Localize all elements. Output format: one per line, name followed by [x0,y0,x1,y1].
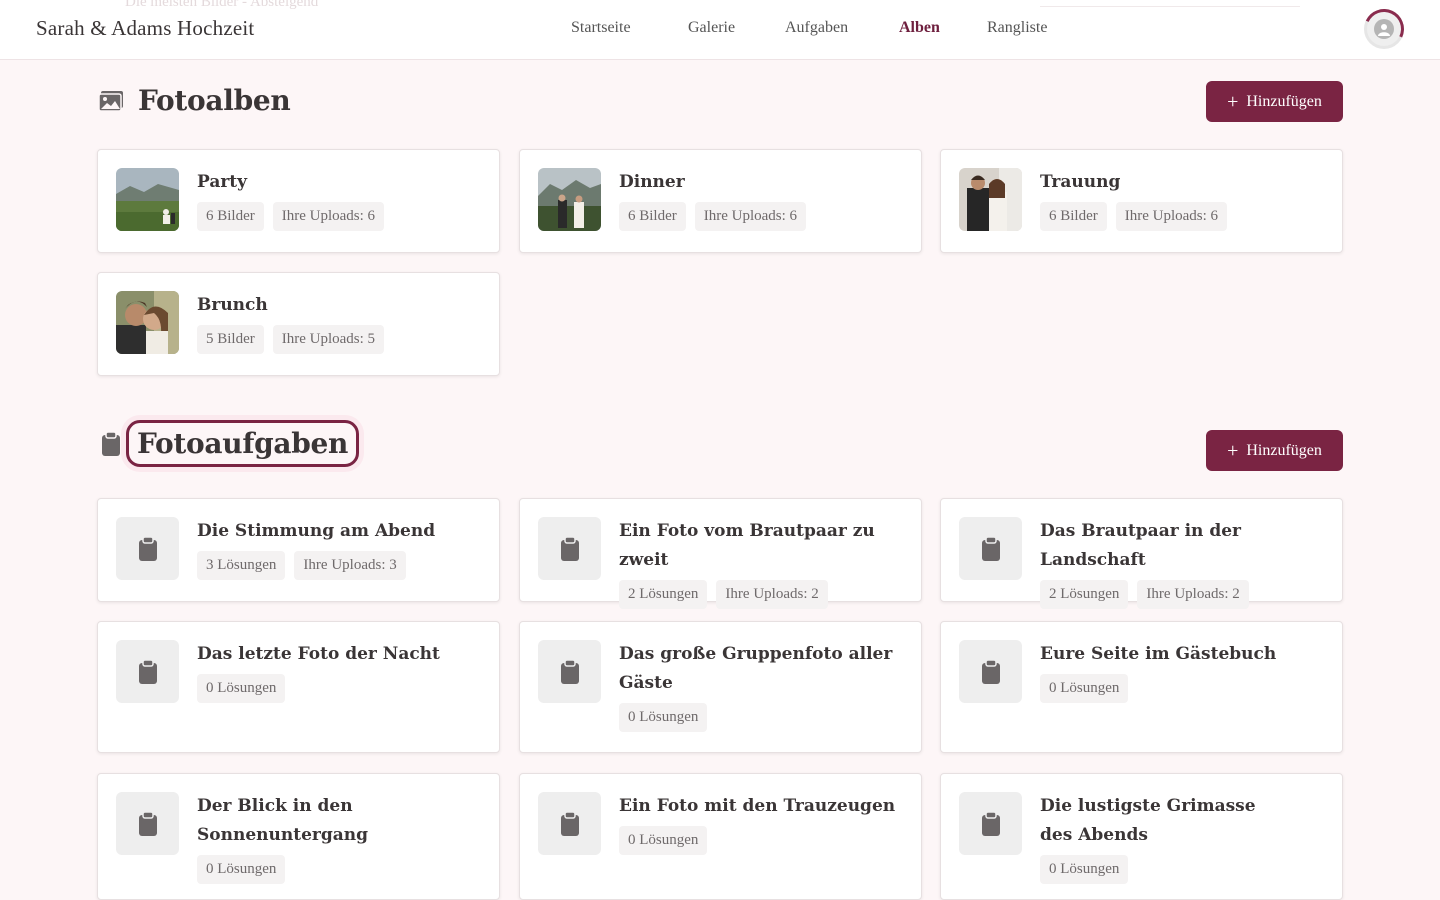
add-album-button[interactable]: + Hinzufügen [1206,81,1343,122]
add-task-label: Hinzufügen [1246,441,1322,459]
album-name: Party [197,172,248,192]
image-icon [98,88,124,114]
clipboard-icon [560,535,579,561]
clipboard-icon [138,810,157,836]
albums-title: Fotoalben [138,84,291,117]
ghost-divider [1040,6,1300,7]
task-name: Die lustigste Grimasse des Abends [1040,796,1256,845]
task-solutions: 0 Lösungen [1040,855,1129,884]
sort-label-ghost: Die meisten Bilder - Absteigend [125,0,319,10]
task-placeholder [116,792,179,855]
task-card[interactable]: Das Brautpaar in der Landschaft 2 Lösung… [940,498,1343,609]
album-card-trauung[interactable]: Trauung 6 Bilder Ihre Uploads: 6 [940,149,1343,253]
task-card[interactable]: Ein Foto mit den Trauzeugen 0 Lösungen [519,773,922,900]
task-name: Der Blick in den Sonnenuntergang [197,796,369,845]
album-thumbnail-party [116,168,179,231]
task-placeholder [959,792,1022,855]
task-solutions: 0 Lösungen [619,703,708,732]
task-card[interactable]: Die Stimmung am Abend 3 Lösungen Ihre Up… [97,498,500,602]
clipboard-icon [138,535,157,561]
task-name: Das Brautpaar in der Landschaft [1040,521,1241,570]
album-content: Party 6 Bilder Ihre Uploads: 6 [197,168,485,231]
plus-icon: + [1227,90,1239,113]
task-user-uploads: Ihre Uploads: 2 [716,580,828,609]
tasks-heading: Fotoaufgaben [98,420,360,467]
task-name: Das große Gruppenfoto aller Gäste [619,644,893,693]
add-task-button[interactable]: + Hinzufügen [1206,430,1343,471]
task-placeholder [959,517,1022,580]
task-placeholder [116,517,179,580]
album-content: Brunch 5 Bilder Ihre Uploads: 5 [197,291,485,354]
task-name: Die Stimmung am Abend [197,521,436,541]
task-solutions: 0 Lösungen [1040,674,1129,703]
nav-item-alben[interactable]: Alben [899,19,940,37]
album-thumbnail-brunch [116,291,179,354]
nav-item-aufgaben[interactable]: Aufgaben [785,19,848,37]
task-solutions: 2 Lösungen [619,580,708,609]
album-image-count: 6 Bilder [1040,202,1107,231]
task-name: Das letzte Foto der Nacht [197,644,440,664]
album-user-uploads: Ihre Uploads: 6 [1115,202,1228,231]
album-user-uploads: Ihre Uploads: 6 [272,202,385,231]
user-icon [1374,19,1394,39]
nav-item-galerie[interactable]: Galerie [688,19,735,37]
task-solutions: 3 Lösungen [197,551,286,580]
album-name: Trauung [1040,172,1121,192]
task-solutions: 0 Lösungen [197,855,286,884]
album-name: Brunch [197,295,268,315]
album-image-count: 6 Bilder [619,202,686,231]
task-placeholder [959,640,1022,703]
task-solutions: 0 Lösungen [197,674,286,703]
add-album-label: Hinzufügen [1246,92,1322,110]
top-navigation-bar: Die meisten Bilder - Absteigend Sarah & … [0,0,1440,60]
task-solutions: 0 Lösungen [619,826,708,855]
plus-icon: + [1227,439,1239,462]
task-placeholder [538,792,601,855]
task-card[interactable]: Die lustigste Grimasse des Abends 0 Lösu… [940,773,1343,900]
task-card[interactable]: Ein Foto vom Brautpaar zu zweit 2 Lösung… [519,498,922,609]
nav-item-rangliste[interactable]: Rangliste [987,19,1047,37]
main-nav: Startseite Galerie Aufgaben Alben Rangli… [0,19,1440,43]
album-user-uploads: Ihre Uploads: 6 [694,202,807,231]
task-placeholder [538,517,601,580]
album-card-brunch[interactable]: Brunch 5 Bilder Ihre Uploads: 5 [97,272,500,376]
task-user-uploads: Ihre Uploads: 3 [294,551,406,580]
nav-item-startseite[interactable]: Startseite [571,19,631,37]
clipboard-icon [560,810,579,836]
task-solutions: 2 Lösungen [1040,580,1129,609]
task-placeholder [538,640,601,703]
album-card-dinner[interactable]: Dinner 6 Bilder Ihre Uploads: 6 [519,149,922,253]
album-name: Dinner [619,172,685,192]
task-name: Eure Seite im Gästebuch [1040,644,1277,664]
album-content: Dinner 6 Bilder Ihre Uploads: 6 [619,168,907,231]
album-card-party[interactable]: Party 6 Bilder Ihre Uploads: 6 [97,149,500,253]
task-card[interactable]: Der Blick in den Sonnenuntergang 0 Lösun… [97,773,500,900]
album-thumbnail-trauung [959,168,1022,231]
task-card[interactable]: Das große Gruppenfoto aller Gäste 0 Lösu… [519,621,922,753]
album-thumbnail-dinner [538,168,601,231]
album-image-count: 5 Bilder [197,325,264,354]
task-name: Ein Foto mit den Trauzeugen [619,796,896,816]
album-user-uploads: Ihre Uploads: 5 [272,325,385,354]
task-card[interactable]: Eure Seite im Gästebuch 0 Lösungen [940,621,1343,753]
clipboard-icon [981,810,1000,836]
task-name: Ein Foto vom Brautpaar zu zweit [619,521,875,570]
album-content: Trauung 6 Bilder Ihre Uploads: 6 [1040,168,1328,231]
albums-heading: Fotoalben [98,84,291,117]
album-image-count: 6 Bilder [197,202,264,231]
tasks-title[interactable]: Fotoaufgaben [126,420,360,467]
clipboard-icon [138,658,157,684]
clipboard-icon [98,430,124,457]
clipboard-icon [981,658,1000,684]
clipboard-icon [560,658,579,684]
clipboard-icon [981,535,1000,561]
task-placeholder [116,640,179,703]
task-user-uploads: Ihre Uploads: 2 [1137,580,1249,609]
task-card[interactable]: Das letzte Foto der Nacht 0 Lösungen [97,621,500,753]
user-avatar[interactable] [1358,3,1410,55]
